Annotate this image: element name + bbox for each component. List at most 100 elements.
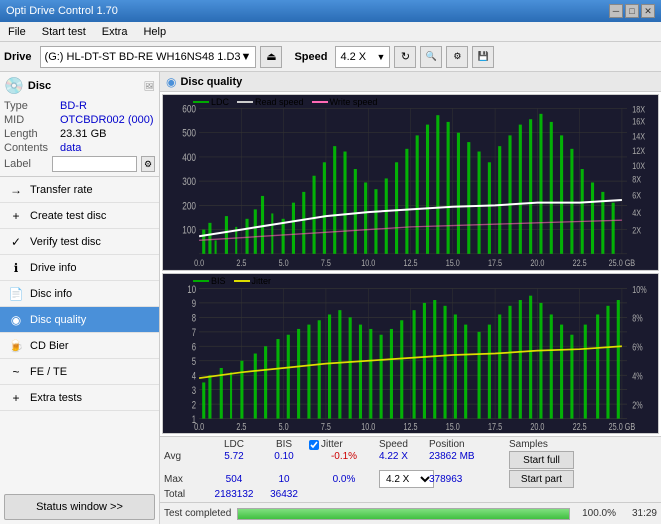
disc-mid-row: MID OTCBDR002 (000) [4, 114, 155, 126]
stats-samples-val: 378963 [429, 474, 509, 485]
chart-header: ◉ Disc quality [160, 72, 661, 92]
speed-label: Speed [294, 51, 327, 63]
scan-button[interactable]: 🔍 [420, 46, 442, 68]
stats-header-row: LDC BIS Jitter Speed Position Samples [164, 439, 657, 450]
stats-jitter-header: Jitter [321, 439, 343, 450]
sidebar-item-label: Verify test disc [30, 236, 101, 248]
status-window-button[interactable]: Status window >> [4, 494, 155, 520]
speed-select[interactable]: 4.2 X ▼ [335, 46, 390, 68]
bottom-chart-legend: BIS Jitter [193, 276, 271, 286]
stats-total-row: Total 2183132 36432 [164, 489, 657, 500]
speed-dropdown[interactable]: 4.2 X [379, 470, 434, 488]
svg-text:2%: 2% [632, 399, 643, 411]
svg-text:8X: 8X [632, 173, 641, 184]
title-bar: Opti Drive Control 1.70 ─ □ ✕ [0, 0, 661, 22]
svg-text:5.0: 5.0 [279, 421, 289, 433]
disc-label-row: Label ⚙ [4, 156, 155, 172]
disc-extra-icon: 🖼 [144, 81, 155, 92]
sidebar-item-transfer-rate[interactable]: → Transfer rate [0, 177, 159, 203]
menu-start-test[interactable]: Start test [38, 24, 90, 40]
settings-button[interactable]: ⚙ [446, 46, 468, 68]
disc-title: Disc [28, 80, 51, 92]
svg-text:2X: 2X [632, 225, 641, 236]
svg-text:3: 3 [192, 384, 196, 397]
stats-jitter-avg: -0.1% [309, 451, 379, 462]
bis-legend-color [193, 280, 209, 282]
sidebar-item-cd-bier[interactable]: 🍺 CD Bier [0, 333, 159, 359]
maximize-button[interactable]: □ [625, 4, 639, 18]
svg-text:17.5: 17.5 [488, 421, 502, 433]
sidebar-item-label: Drive info [30, 262, 76, 274]
svg-text:22.5: 22.5 [573, 257, 587, 268]
legend-write-speed: Write speed [312, 97, 378, 107]
sidebar-item-drive-info[interactable]: ℹ Drive info [0, 255, 159, 281]
progress-percent: 100.0% [576, 508, 616, 519]
sidebar-item-verify-test-disc[interactable]: ✓ Verify test disc [0, 229, 159, 255]
eject-button[interactable]: ⏏ [260, 46, 282, 68]
svg-text:4: 4 [192, 369, 196, 382]
sidebar-item-label: FE / TE [30, 366, 67, 378]
menu-extra[interactable]: Extra [98, 24, 132, 40]
start-part-button[interactable]: Start part [509, 470, 574, 488]
disc-contents-value: data [60, 142, 81, 154]
svg-text:18X: 18X [632, 104, 645, 115]
progress-area: Test completed 100.0% 31:29 [160, 502, 661, 524]
svg-text:10.0: 10.0 [361, 421, 375, 433]
svg-text:8%: 8% [632, 312, 643, 324]
disc-type-label: Type [4, 100, 56, 112]
disc-mid-value: OTCBDR002 (000) [60, 114, 155, 126]
svg-text:14X: 14X [632, 130, 645, 141]
stats-speed-val: 4.22 X [379, 451, 429, 462]
menu-bar: File Start test Extra Help [0, 22, 661, 42]
stats-empty [164, 439, 209, 450]
verify-test-icon: ✓ [8, 234, 24, 250]
close-button[interactable]: ✕ [641, 4, 655, 18]
svg-text:0.0: 0.0 [194, 421, 204, 433]
sidebar-item-label: Disc info [30, 288, 72, 300]
save-button[interactable]: 💾 [472, 46, 494, 68]
svg-text:22.5: 22.5 [573, 421, 587, 433]
refresh-button[interactable]: ↻ [394, 46, 416, 68]
menu-help[interactable]: Help [139, 24, 170, 40]
menu-file[interactable]: File [4, 24, 30, 40]
svg-text:4%: 4% [632, 370, 643, 382]
stats-bis-avg: 0.10 [259, 451, 309, 462]
drive-select[interactable]: (G:) HL-DT-ST BD-RE WH16NS48 1.D3 ▼ [40, 46, 257, 68]
top-chart-svg: 600 500 400 300 200 100 18X 16X 14X 12X … [163, 95, 658, 270]
sidebar-item-create-test-disc[interactable]: + Create test disc [0, 203, 159, 229]
disc-label-button[interactable]: ⚙ [141, 156, 155, 172]
sidebar-item-fe-te[interactable]: ~ FE / TE [0, 359, 159, 385]
svg-text:20.0: 20.0 [530, 257, 544, 268]
legend-ldc: LDC [193, 97, 229, 107]
disc-length-row: Length 23.31 GB [4, 128, 155, 140]
chart-header-title: Disc quality [180, 76, 242, 88]
progress-label: Test completed [164, 508, 231, 519]
svg-text:25.0 GB: 25.0 GB [609, 257, 636, 268]
sidebar-item-disc-info[interactable]: 📄 Disc info [0, 281, 159, 307]
sidebar-item-label: Create test disc [30, 210, 106, 222]
jitter-checkbox[interactable] [309, 440, 319, 450]
legend-read-speed: Read speed [237, 97, 304, 107]
transfer-rate-icon: → [8, 182, 24, 198]
disc-label-label: Label [4, 158, 48, 170]
ldc-legend-label: LDC [211, 97, 229, 107]
disc-icon: 💿 [4, 76, 24, 96]
drive-bar: Drive (G:) HL-DT-ST BD-RE WH16NS48 1.D3 … [0, 42, 661, 72]
legend-bis: BIS [193, 276, 226, 286]
svg-text:500: 500 [182, 128, 196, 140]
sidebar-item-disc-quality[interactable]: ◉ Disc quality [0, 307, 159, 333]
disc-label-input[interactable] [52, 156, 137, 172]
start-full-button[interactable]: Start full [509, 451, 574, 469]
top-chart-legend: LDC Read speed Write speed [193, 97, 377, 107]
sidebar-item-extra-tests[interactable]: + Extra tests [0, 385, 159, 411]
minimize-button[interactable]: ─ [609, 4, 623, 18]
disc-mid-label: MID [4, 114, 56, 126]
stats-ldc-avg: 5.72 [209, 451, 259, 462]
svg-text:12X: 12X [632, 145, 645, 156]
disc-panel: 💿 Disc 🖼 Type BD-R MID OTCBDR002 (000) L… [0, 72, 159, 177]
svg-text:0.0: 0.0 [194, 257, 204, 268]
stats-ldc-header: LDC [209, 439, 259, 450]
speed-value: 4.2 X [340, 51, 366, 63]
jitter-legend-color [234, 280, 250, 282]
svg-text:10%: 10% [632, 284, 647, 296]
